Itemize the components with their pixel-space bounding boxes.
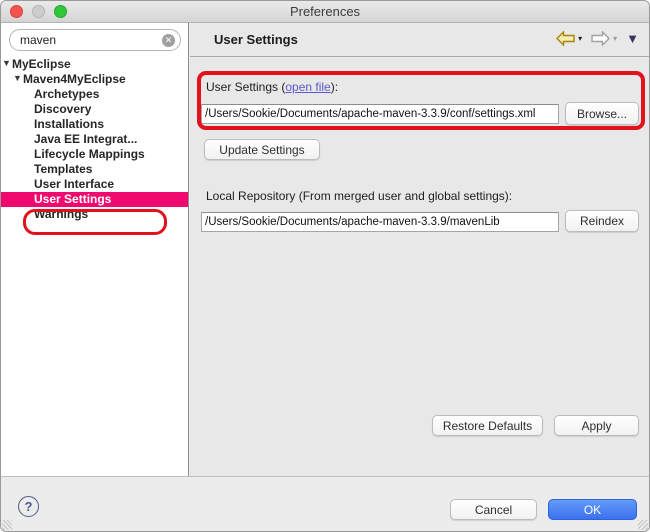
tree-item-archetypes[interactable]: Archetypes xyxy=(1,87,188,102)
page-header: User Settings ▾ ▾ ▼ xyxy=(190,23,649,57)
tree-item-maven4myeclipse[interactable]: ▼ Maven4MyEclipse xyxy=(1,72,188,87)
tree-item-user-interface[interactable]: User Interface xyxy=(1,177,188,192)
resize-grip[interactable] xyxy=(638,520,648,530)
reindex-button[interactable]: Reindex xyxy=(565,210,639,232)
tree-item-installations[interactable]: Installations xyxy=(1,117,188,132)
tree-item-label: User Interface xyxy=(34,177,114,191)
tree-item-label: MyEclipse xyxy=(12,57,71,71)
disclosure-triangle-icon[interactable]: ▼ xyxy=(13,71,22,86)
update-settings-button[interactable]: Update Settings xyxy=(204,139,320,160)
back-arrow-icon[interactable] xyxy=(556,31,575,46)
apply-button[interactable]: Apply xyxy=(554,415,639,436)
tree-item-label: Discovery xyxy=(34,102,91,116)
tree-item-label: User Settings xyxy=(34,192,111,206)
user-settings-panel: User Settings (open file): Browse... Upd… xyxy=(190,58,649,476)
tree-item-java-ee-integration[interactable]: Java EE Integrat... xyxy=(1,132,188,147)
tree-item-label: Lifecycle Mappings xyxy=(34,147,145,161)
page-title: User Settings xyxy=(214,32,298,47)
ok-button[interactable]: OK xyxy=(548,499,637,520)
history-navigation: ▾ ▾ ▼ xyxy=(556,31,639,46)
search-box[interactable]: ✕ xyxy=(9,29,181,51)
user-settings-label: User Settings (open file): xyxy=(206,80,338,94)
local-repository-input[interactable] xyxy=(201,212,559,232)
view-menu-icon[interactable]: ▼ xyxy=(626,31,639,46)
restore-defaults-button[interactable]: Restore Defaults xyxy=(432,415,543,436)
tree-item-label: Maven4MyEclipse xyxy=(23,72,126,86)
tree-item-warnings[interactable]: Warnings xyxy=(1,207,188,222)
tree-item-myeclipse[interactable]: ▼ MyEclipse xyxy=(1,57,188,72)
tree-item-label: Java EE Integrat... xyxy=(34,132,137,146)
preferences-window: Preferences ✕ ▼ MyEclipse ▼ Maven4MyEcli… xyxy=(0,0,650,532)
tree-item-templates[interactable]: Templates xyxy=(1,162,188,177)
tree-item-label: Warnings xyxy=(34,207,88,221)
sidebar: ✕ ▼ MyEclipse ▼ Maven4MyEclipse Archetyp… xyxy=(1,23,189,476)
disclosure-triangle-icon[interactable]: ▼ xyxy=(2,56,11,71)
cancel-button[interactable]: Cancel xyxy=(450,499,537,520)
window-title: Preferences xyxy=(1,4,649,19)
tree-item-label: Templates xyxy=(34,162,92,176)
tree-item-label: Installations xyxy=(34,117,104,131)
search-input[interactable] xyxy=(20,31,160,49)
preferences-tree: ▼ MyEclipse ▼ Maven4MyEclipse Archetypes… xyxy=(1,57,188,222)
tree-item-lifecycle-mappings[interactable]: Lifecycle Mappings xyxy=(1,147,188,162)
local-repository-label: Local Repository (From merged user and g… xyxy=(206,189,512,203)
dialog-footer: ? Cancel OK xyxy=(1,476,649,531)
forward-history-dropdown-icon[interactable]: ▾ xyxy=(613,34,617,43)
open-file-link[interactable]: open file xyxy=(285,80,330,94)
tree-item-discovery[interactable]: Discovery xyxy=(1,102,188,117)
browse-button[interactable]: Browse... xyxy=(565,102,639,125)
help-button[interactable]: ? xyxy=(18,496,39,517)
titlebar: Preferences xyxy=(1,1,649,23)
resize-grip[interactable] xyxy=(2,520,12,530)
tree-item-label: Archetypes xyxy=(34,87,99,101)
forward-arrow-icon[interactable] xyxy=(591,31,610,46)
settings-path-input[interactable] xyxy=(201,104,559,124)
search-clear-icon[interactable]: ✕ xyxy=(162,34,175,47)
back-history-dropdown-icon[interactable]: ▾ xyxy=(578,34,582,43)
tree-item-user-settings[interactable]: User Settings xyxy=(1,192,188,207)
